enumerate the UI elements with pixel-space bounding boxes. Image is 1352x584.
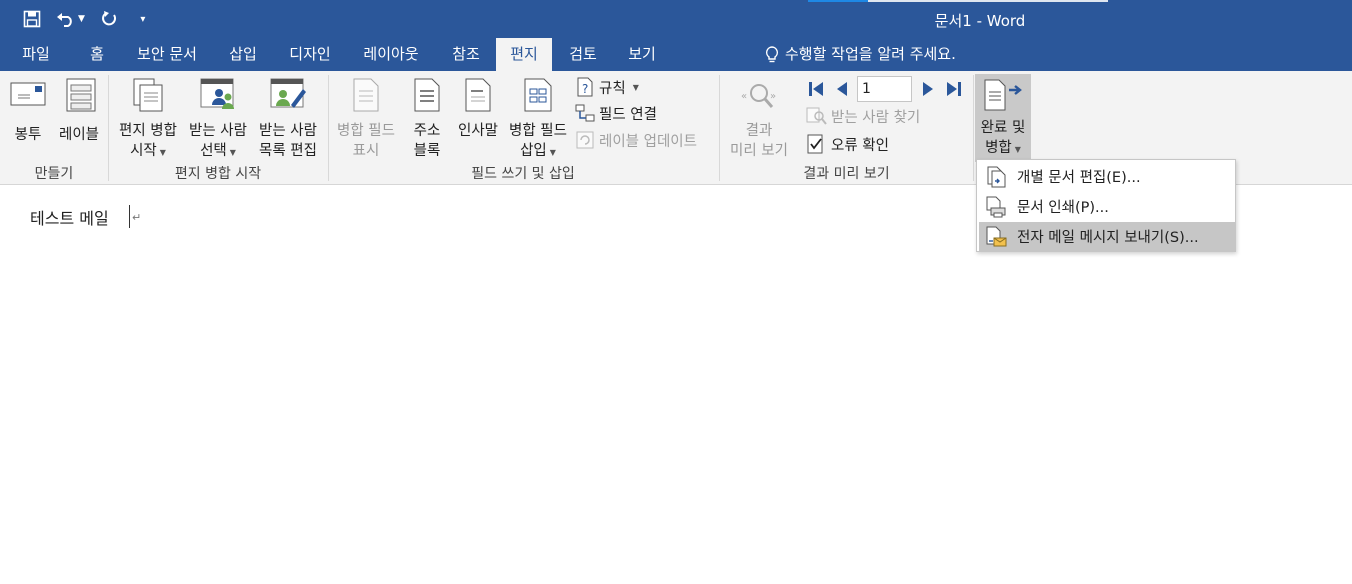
select-recipients-label-1: 받는 사람 <box>189 123 247 139</box>
rules-button[interactable]: ? 규칙 ▼ <box>575 75 639 99</box>
edit-list-icon <box>270 78 306 108</box>
start-mail-merge-button[interactable]: 편지 병합 시작 ▼ <box>114 77 182 163</box>
check-errors-icon <box>807 134 823 154</box>
title-bar: ▼ ▾ 문서1 - Word <box>0 0 1352 38</box>
next-record-icon[interactable] <box>919 80 937 98</box>
tab-references[interactable]: 참조 <box>440 38 492 71</box>
find-recipient-icon <box>806 107 827 125</box>
address-block-label-2: 블록 <box>413 143 441 159</box>
match-fields-button[interactable]: 필드 연결 <box>575 101 657 125</box>
svg-text:?: ? <box>582 82 588 96</box>
insert-merge-field-button[interactable]: 병합 필드 삽입 ▼ <box>504 77 572 163</box>
envelope-icon <box>10 82 46 106</box>
tab-mailings[interactable]: 편지 <box>496 38 552 71</box>
address-block-label-1: 주소 <box>413 123 441 139</box>
text-cursor <box>129 205 130 228</box>
tab-insert[interactable]: 삽입 <box>218 38 268 71</box>
start-mail-merge-label-1: 편지 병합 <box>119 123 177 139</box>
find-recipient-button[interactable]: 받는 사람 찾기 <box>805 104 920 128</box>
finish-and-merge-button[interactable]: 완료 및 병합 ▼ <box>975 74 1031 162</box>
record-number-input[interactable]: 1 <box>857 76 912 102</box>
document-stack-icon <box>133 78 163 112</box>
menu-print-documents[interactable]: 문서 인쇄(P)... <box>979 192 1235 221</box>
finish-merge-dropdown-menu: 개별 문서 편집(E)... 문서 인쇄(P)... 전자 메일 메시지 보내기… <box>976 159 1236 252</box>
tab-home[interactable]: 홈 <box>74 38 120 71</box>
window-title: 문서1 - Word <box>934 12 1026 30</box>
group-start-merge-label: 편지 병합 시작 <box>174 166 262 182</box>
print-documents-icon <box>979 196 1013 218</box>
highlight-merge-fields-button[interactable]: 병합 필드 표시 <box>332 77 400 161</box>
greeting-line-icon <box>465 78 491 112</box>
tab-review[interactable]: 검토 <box>558 38 608 71</box>
tell-me-box[interactable]: 수행할 작업을 알려 주세요. <box>765 38 956 71</box>
document-body-text[interactable]: 테스트 메일 <box>30 205 109 229</box>
tab-secure-document[interactable]: 보안 문서 <box>126 38 208 71</box>
lightbulb-icon <box>765 45 779 62</box>
last-record-icon[interactable] <box>945 80 963 98</box>
greeting-line-label: 인사말 <box>457 123 499 139</box>
select-recipients-button[interactable]: 받는 사람 선택 ▼ <box>184 77 252 163</box>
tell-me-text: 수행할 작업을 알려 주세요. <box>785 45 956 63</box>
envelopes-button[interactable]: 봉투 <box>8 77 48 145</box>
highlight-fields-icon <box>353 78 379 112</box>
send-email-icon <box>979 226 1013 248</box>
edit-recipient-list-button[interactable]: 받는 사람 목록 편집 <box>253 77 323 161</box>
labels-label: 레이블 <box>58 127 100 143</box>
insert-field-icon <box>524 78 552 112</box>
preview-results-label-2: 미리 보기 <box>730 143 788 159</box>
select-recipients-label-2: 선택 ▼ <box>200 143 236 159</box>
envelopes-label: 봉투 <box>14 127 42 143</box>
greeting-line-button[interactable]: 인사말 <box>453 77 503 141</box>
labels-button[interactable]: 레이블 <box>54 77 104 145</box>
finish-merge-label-1: 완료 및 <box>980 120 1026 136</box>
labels-icon <box>66 78 96 112</box>
title-accent-bar-blue <box>808 0 868 2</box>
highlight-merge-fields-label-1: 병합 필드 <box>337 123 395 139</box>
update-labels-icon <box>576 131 594 149</box>
recipients-icon <box>200 78 234 109</box>
tab-view[interactable]: 보기 <box>616 38 668 71</box>
group-write-insert-label: 필드 쓰기 및 삽입 <box>471 166 575 182</box>
match-fields-icon <box>575 104 595 122</box>
insert-merge-field-label-2: 삽입 ▼ <box>520 143 556 159</box>
rules-icon: ? <box>577 77 593 97</box>
preview-magnifier-icon: «» <box>741 84 776 108</box>
menu-edit-individual-documents[interactable]: 개별 문서 편집(E)... <box>979 162 1235 191</box>
svg-text:»: » <box>770 91 776 102</box>
edit-recipient-list-label-2: 목록 편집 <box>259 143 317 159</box>
update-labels-button[interactable]: 레이블 업데이트 <box>575 128 697 152</box>
edit-documents-icon <box>979 166 1013 188</box>
edit-recipient-list-label-1: 받는 사람 <box>259 123 317 139</box>
paragraph-mark-icon: ↵ <box>132 211 142 224</box>
menu-send-email-messages[interactable]: 전자 메일 메시지 보내기(S)... <box>979 222 1235 251</box>
finish-merge-label-2: 병합 ▼ <box>985 140 1021 156</box>
previous-record-icon[interactable] <box>833 80 851 98</box>
insert-merge-field-label-1: 병합 필드 <box>509 123 567 139</box>
group-create-label: 만들기 <box>34 166 74 182</box>
tab-layout[interactable]: 레이아웃 <box>352 38 430 71</box>
first-record-icon[interactable] <box>807 80 825 98</box>
tab-design[interactable]: 디자인 <box>280 38 340 71</box>
svg-text:«: « <box>741 91 747 102</box>
ribbon-tab-bar: 파일 홈 보안 문서 삽입 디자인 레이아웃 참조 편지 검토 보기 수행할 작… <box>0 38 1352 71</box>
start-mail-merge-label-2: 시작 ▼ <box>130 143 166 159</box>
finish-merge-icon <box>984 79 1022 111</box>
address-block-button[interactable]: 주소 블록 <box>404 77 450 161</box>
address-block-icon <box>414 78 440 112</box>
highlight-merge-fields-label-2: 표시 <box>352 143 380 159</box>
group-preview-label: 결과 미리 보기 <box>803 166 890 182</box>
group-separator <box>973 75 974 181</box>
preview-results-label-1: 결과 <box>745 123 773 139</box>
preview-results-button[interactable]: «» 결과 미리 보기 <box>724 77 794 161</box>
check-errors-button[interactable]: 오류 확인 <box>805 132 889 156</box>
tab-file[interactable]: 파일 <box>8 38 64 71</box>
